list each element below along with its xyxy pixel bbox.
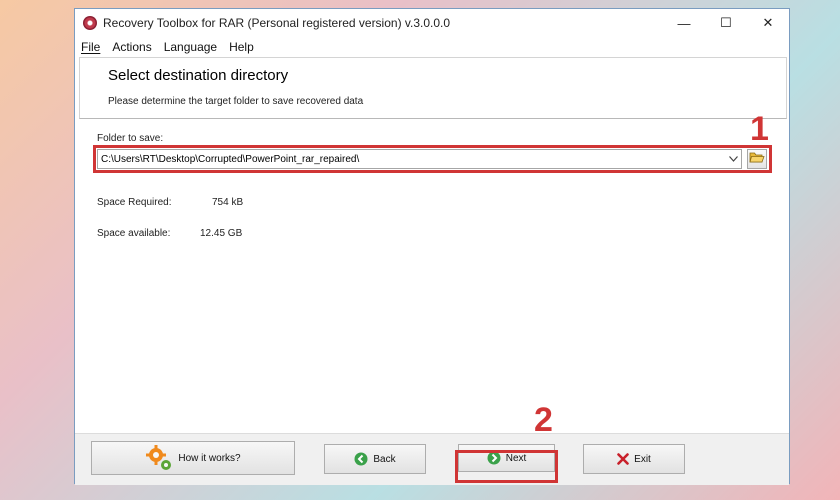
arrow-left-icon	[354, 452, 368, 466]
window-controls: — ☐ ✕	[663, 9, 789, 37]
space-required-value: 754 kB	[212, 197, 244, 208]
page-subtitle: Please determine the target folder to sa…	[108, 96, 364, 107]
how-it-works-button[interactable]: How it works?	[91, 441, 295, 475]
step1-marker: 1	[750, 110, 769, 148]
app-icon	[83, 16, 97, 30]
menu-file[interactable]: File	[81, 40, 100, 54]
main-content: Folder to save: C:\Users\RT\Desktop\Corr…	[75, 121, 789, 437]
step1-highlight	[93, 145, 772, 173]
exit-label: Exit	[634, 453, 651, 465]
space-required-label: Space Required:	[97, 197, 172, 208]
menu-actions[interactable]: Actions	[112, 40, 151, 54]
menu-help[interactable]: Help	[229, 40, 254, 54]
step2-marker: 2	[534, 401, 553, 439]
exit-x-icon	[617, 453, 629, 465]
maximize-button[interactable]: ☐	[705, 9, 747, 37]
menu-language[interactable]: Language	[164, 40, 217, 54]
wizard-header: Select destination directory Please dete…	[79, 57, 787, 119]
back-button[interactable]: Back	[324, 444, 426, 474]
folder-label: Folder to save:	[97, 133, 164, 144]
app-window: Recovery Toolbox for RAR (Personal regis…	[74, 8, 790, 485]
how-it-works-label: How it works?	[178, 452, 241, 464]
exit-button[interactable]: Exit	[583, 444, 685, 474]
menu-bar: File Actions Language Help	[75, 37, 789, 57]
page-title: Select destination directory	[108, 67, 289, 84]
close-button[interactable]: ✕	[747, 9, 789, 37]
back-label: Back	[373, 453, 396, 465]
gears-icon	[145, 444, 173, 472]
title-bar: Recovery Toolbox for RAR (Personal regis…	[75, 9, 789, 37]
wizard-footer: How it works? Back Next Exit	[75, 433, 789, 485]
space-available-value: 12.45 GB	[200, 228, 243, 239]
minimize-button[interactable]: —	[663, 9, 705, 37]
window-title: Recovery Toolbox for RAR (Personal regis…	[103, 16, 451, 30]
step2-highlight	[455, 450, 558, 483]
space-available-label: Space available:	[97, 228, 171, 239]
